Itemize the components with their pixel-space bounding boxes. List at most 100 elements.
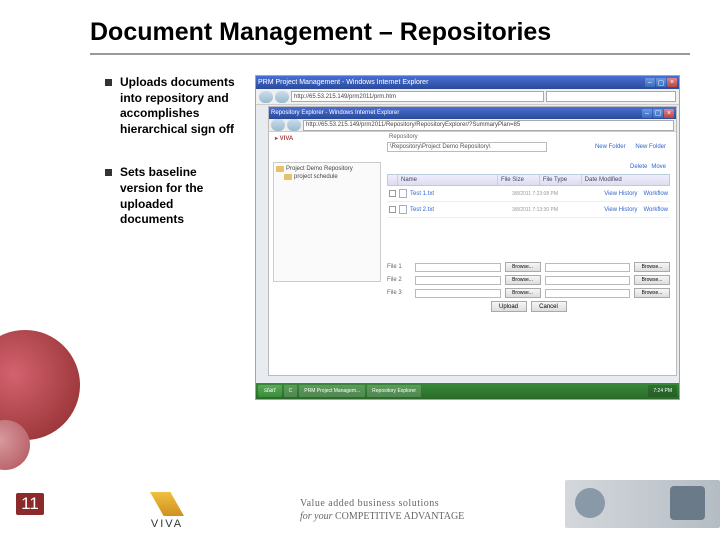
tray-time: 7:24 PM (653, 388, 672, 394)
upload-label: File 2 (387, 277, 411, 283)
repository-app-body: ▸ VIVA Repository \Repository\Project De… (269, 132, 676, 375)
tagline-main: COMPETITIVE ADVANTAGE (335, 511, 464, 522)
upload-input[interactable] (415, 263, 501, 272)
bullet-list: Uploads documents into repository and ac… (105, 75, 240, 256)
folder-icon (284, 174, 292, 180)
bullet-text: Uploads documents into repository and ac… (120, 75, 240, 137)
browse-button[interactable]: Browse... (505, 288, 541, 298)
tree-child-item[interactable]: project schedule (276, 173, 378, 181)
repo-action-links: New Folder New Folder (587, 144, 666, 150)
taskbar-item[interactable]: PRM Project Managem... (299, 385, 365, 397)
back-icon[interactable] (271, 119, 285, 131)
browse-button[interactable]: Browse... (634, 262, 670, 272)
minimize-icon[interactable]: – (642, 109, 652, 118)
bullet-icon (105, 79, 112, 86)
tree-child-label: project schedule (294, 174, 338, 180)
upload-input[interactable] (415, 289, 501, 298)
file-icon (399, 205, 407, 214)
upload-input[interactable] (415, 276, 501, 285)
upload-label: File 3 (387, 290, 411, 296)
tagline-line1: Value added business solutions (300, 498, 464, 509)
tree-root-item[interactable]: Project Demo Repository (276, 165, 378, 173)
upload-button[interactable]: Upload (491, 301, 527, 312)
col-size[interactable]: File Size (498, 175, 540, 185)
search-field[interactable] (546, 91, 676, 102)
row-checkbox[interactable] (389, 190, 396, 197)
file-name[interactable]: Test 2.txt (410, 207, 512, 213)
taskbar: start C PRM Project Managem... Repositor… (256, 383, 679, 399)
upload-input[interactable] (545, 289, 631, 298)
outer-url-field[interactable]: http://65.53.215.149/prm2011/prm.htm (291, 91, 544, 102)
close-icon[interactable]: × (667, 78, 677, 87)
col-type[interactable]: File Type (540, 175, 582, 185)
inner-window-titlebar: Repository Explorer - Windows Internet E… (269, 107, 676, 119)
file-date: 3/8/2011 7:13:30 PM (512, 207, 598, 213)
cancel-button[interactable]: Cancel (531, 301, 567, 312)
maximize-icon[interactable]: ▢ (653, 109, 663, 118)
browse-button[interactable]: Browse... (505, 262, 541, 272)
viva-logo-icon (150, 492, 184, 516)
inner-url-field[interactable]: http://65.53.215.149/prm2011/Repository/… (303, 120, 674, 131)
table-header: Name File Size File Type Date Modified (387, 174, 670, 186)
start-button[interactable]: start (258, 385, 282, 397)
back-icon[interactable] (259, 91, 273, 103)
forward-icon[interactable] (287, 119, 301, 131)
outer-window-title: PRM Project Management - Windows Interne… (258, 79, 428, 86)
row-checkbox[interactable] (389, 206, 396, 213)
inner-address-bar: http://65.53.215.149/prm2011/Repository/… (269, 119, 676, 132)
bullet-item: Uploads documents into repository and ac… (105, 75, 240, 137)
browse-button[interactable]: Browse... (634, 275, 670, 285)
maximize-icon[interactable]: ▢ (656, 78, 666, 87)
taskbar-item[interactable]: C (284, 385, 298, 397)
new-folder-link[interactable]: New Folder (595, 144, 626, 150)
viva-logo: VIVA (150, 492, 184, 530)
file-icon (399, 189, 407, 198)
tagline-prefix: for your (300, 511, 333, 522)
footer-photo (565, 480, 720, 528)
upload-row: File 2 Browse... Browse... (387, 275, 670, 285)
upload-panel: File 1 Browse... Browse... File 2 Browse… (387, 262, 670, 312)
upload-row: File 3 Browse... Browse... (387, 288, 670, 298)
table-row[interactable]: Test 2.txt 3/8/2011 7:13:30 PM View Hist… (387, 202, 670, 218)
folder-tree[interactable]: Project Demo Repository project schedule (273, 162, 381, 282)
upload-row: File 1 Browse... Browse... (387, 262, 670, 272)
outer-address-bar: http://65.53.215.149/prm2011/prm.htm (256, 89, 679, 105)
viva-logo-small: ▸ VIVA (275, 135, 293, 142)
col-date[interactable]: Date Modified (582, 175, 669, 185)
workflow-link[interactable]: Workflow (643, 191, 668, 197)
workflow-link[interactable]: Workflow (643, 207, 668, 213)
repository-label: Repository (389, 134, 418, 140)
forward-icon[interactable] (275, 91, 289, 103)
bullet-item: Sets baseline version for the uploaded d… (105, 165, 240, 227)
move-link[interactable]: Move (651, 164, 666, 170)
close-icon[interactable]: × (664, 109, 674, 118)
col-name[interactable]: Name (398, 175, 498, 185)
view-history-link[interactable]: View History (604, 191, 637, 197)
title-underline (90, 53, 690, 55)
new-folder-link-2[interactable]: New Folder (635, 144, 666, 150)
file-table: Name File Size File Type Date Modified T… (387, 174, 670, 218)
slide-title: Document Management – Repositories (90, 18, 551, 47)
bullet-icon (105, 169, 112, 176)
file-date: 3/8/2011 7:23:08 PM (512, 191, 598, 197)
taskbar-item[interactable]: Repository Explorer (367, 385, 421, 397)
tagline-line2: for your COMPETITIVE ADVANTAGE (300, 511, 464, 522)
inner-window-title: Repository Explorer - Windows Internet E… (271, 110, 399, 116)
embedded-screenshot: PRM Project Management - Windows Interne… (255, 75, 680, 400)
delete-link[interactable]: Delete (630, 164, 647, 170)
repository-path-field[interactable]: \Repository\Project Demo Repository\ (387, 142, 547, 152)
inner-window: Repository Explorer - Windows Internet E… (268, 106, 677, 376)
browse-button[interactable]: Browse... (634, 288, 670, 298)
system-tray[interactable]: 7:24 PM (648, 385, 677, 397)
slide-footer: VIVA Value added business solutions for … (0, 480, 720, 540)
outer-window-titlebar: PRM Project Management - Windows Interne… (256, 76, 679, 89)
upload-input[interactable] (545, 263, 631, 272)
upload-input[interactable] (545, 276, 631, 285)
file-name[interactable]: Test 1.txt (410, 191, 512, 197)
view-history-link[interactable]: View History (604, 207, 637, 213)
browse-button[interactable]: Browse... (505, 275, 541, 285)
table-row[interactable]: Test 1.txt 3/8/2011 7:23:08 PM View Hist… (387, 186, 670, 202)
bullet-text: Sets baseline version for the uploaded d… (120, 165, 240, 227)
minimize-icon[interactable]: – (645, 78, 655, 87)
upload-label: File 1 (387, 264, 411, 270)
